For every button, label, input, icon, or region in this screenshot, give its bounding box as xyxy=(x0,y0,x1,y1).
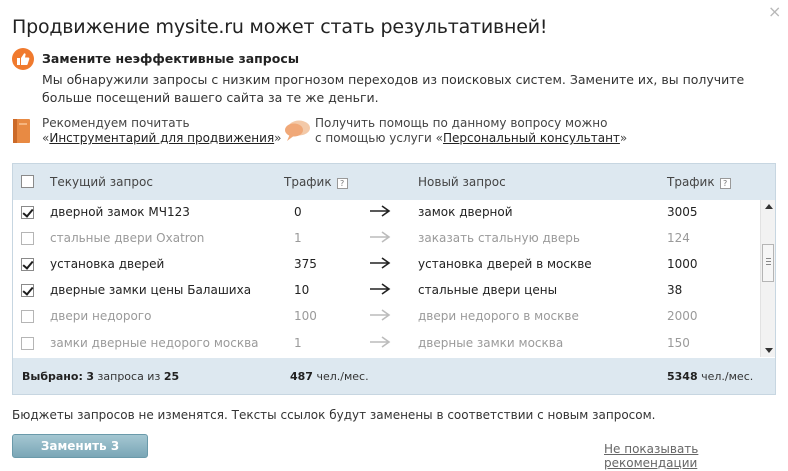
help-prefix: с помощью услуги « xyxy=(315,131,444,145)
table-row[interactable]: стальные двери Oxatron 1 заказать стальную… xyxy=(13,226,760,252)
help-block: Получить помощь по данному вопросу можно… xyxy=(315,116,627,146)
select-all-checkbox[interactable] xyxy=(21,175,34,188)
dont-show-link[interactable]: Не показывать рекомендации xyxy=(604,442,788,470)
thumbs-up-icon xyxy=(12,48,34,70)
selected-label: Выбрано: xyxy=(22,370,83,383)
new-query-cell: заказать стальную дверь xyxy=(418,231,580,245)
row-checkbox[interactable] xyxy=(21,258,34,271)
traffic-cell: 1 xyxy=(294,336,302,350)
recommend-block: Рекомендуем почитать «Инструментарий для… xyxy=(42,116,282,146)
table-row[interactable]: замки дверные недорого москва 1 дверные за… xyxy=(13,331,760,357)
page-title: Продвижение mysite.ru может стать резуль… xyxy=(12,16,548,38)
table-row[interactable]: дверной замок МЧ123 0 замок дверной 3005 xyxy=(13,200,760,226)
table-row[interactable]: установка дверей 375 установка дверей в мо… xyxy=(13,252,760,278)
new-traffic-value: 5348 xyxy=(667,370,698,383)
new-traffic-cell: 1000 xyxy=(667,257,698,271)
current-query-cell: стальные двери Oxatron xyxy=(50,231,205,245)
new-traffic-cell: 38 xyxy=(667,283,683,297)
quote-close: » xyxy=(274,131,282,145)
row-checkbox[interactable] xyxy=(21,206,34,219)
arrow-right-icon xyxy=(370,205,391,217)
recommend-line: Рекомендуем почитать xyxy=(42,116,190,130)
table-row[interactable]: дверные замки цены Балашиха 10 стальные дв… xyxy=(13,278,760,304)
tools-link[interactable]: Инструментарий для продвижения xyxy=(49,131,274,145)
traffic-cell: 1 xyxy=(294,231,302,245)
traffic-unit: чел./мес. xyxy=(701,370,754,383)
scroll-down-button[interactable] xyxy=(761,343,776,357)
new-traffic-cell: 124 xyxy=(667,231,690,245)
help-icon[interactable]: ? xyxy=(719,178,731,189)
new-query-cell: дверные замки москва xyxy=(418,336,564,350)
row-checkbox[interactable] xyxy=(21,310,34,323)
queries-table: Текущий запрос Трафик? Новый запрос Траф… xyxy=(12,163,776,395)
traffic-cell: 375 xyxy=(294,257,317,271)
scroll-up-button[interactable] xyxy=(761,200,776,214)
current-traffic-value: 487 xyxy=(290,370,313,383)
help-suffix: » xyxy=(619,131,628,145)
row-checkbox[interactable] xyxy=(21,337,34,350)
table-row[interactable]: двери недорого 100 двери недорого в москве… xyxy=(13,304,760,330)
current-query-cell: замки дверные недорого москва xyxy=(50,336,259,350)
arrow-right-icon xyxy=(370,309,391,321)
selected-summary: Выбрано: 3 запроса из 25 xyxy=(22,370,179,383)
traffic-cell: 100 xyxy=(294,309,317,323)
arrow-right-icon xyxy=(370,336,391,348)
new-traffic-cell: 150 xyxy=(667,336,690,350)
current-query-cell: двери недорого xyxy=(50,309,152,323)
chat-bubble-icon xyxy=(285,120,310,141)
notice-description: Мы обнаружили запросы с низким прогнозом… xyxy=(42,72,745,105)
new-query-cell: стальные двери цены xyxy=(418,283,558,297)
new-traffic-cell: 3005 xyxy=(667,205,698,219)
current-query-cell: дверной замок МЧ123 xyxy=(50,205,190,219)
scroll-thumb[interactable] xyxy=(762,244,774,282)
traffic-unit: чел./мес. xyxy=(316,370,369,383)
new-query-cell: двери недорого в москве xyxy=(418,309,579,323)
traffic-cell: 10 xyxy=(294,283,310,297)
arrow-right-icon xyxy=(370,257,391,269)
new-traffic-total: 5348 чел./мес. xyxy=(667,370,753,383)
selected-count: 3 xyxy=(86,370,95,383)
traffic-cell: 0 xyxy=(294,205,302,219)
replace-button[interactable]: Заменить 3 запроса xyxy=(12,434,148,471)
column-new-traffic: Трафик xyxy=(667,175,715,189)
help-line: Получить помощь по данному вопросу можно xyxy=(315,116,608,130)
column-current-query: Текущий запрос xyxy=(50,175,153,189)
help-icon[interactable]: ? xyxy=(336,178,348,189)
close-icon[interactable]: × xyxy=(768,4,781,20)
column-traffic: Трафик xyxy=(284,175,332,189)
current-query-cell: дверные замки цены Балашиха xyxy=(50,283,252,297)
consultant-link[interactable]: Персональный консультант xyxy=(443,131,620,145)
new-traffic-cell: 2000 xyxy=(667,309,698,323)
arrow-right-icon xyxy=(370,231,391,243)
row-checkbox[interactable] xyxy=(21,284,34,297)
budget-note: Бюджеты запросов не изменятся. Тексты сс… xyxy=(12,408,656,422)
current-traffic-total: 487 чел./мес. xyxy=(290,370,369,383)
book-icon xyxy=(13,119,30,143)
column-new-query: Новый запрос xyxy=(418,175,506,189)
total-count: 25 xyxy=(163,370,180,383)
row-checkbox[interactable] xyxy=(21,232,34,245)
arrow-right-icon xyxy=(370,283,391,295)
current-query-cell: установка дверей xyxy=(50,257,165,271)
notice-heading: Замените неэффективные запросы xyxy=(42,51,300,66)
new-query-cell: замок дверной xyxy=(418,205,513,219)
selected-word: запроса из xyxy=(97,370,161,383)
column-traffic-wrap: Трафик? xyxy=(284,175,348,189)
table-header: Текущий запрос Трафик? Новый запрос Траф… xyxy=(13,164,775,200)
table-scrollbar[interactable] xyxy=(760,200,775,357)
table-footer: Выбрано: 3 запроса из 25 487 чел./мес. 5… xyxy=(13,358,775,394)
new-query-cell: установка дверей в москве xyxy=(418,257,592,271)
column-new-traffic-wrap: Трафик? xyxy=(667,175,731,189)
